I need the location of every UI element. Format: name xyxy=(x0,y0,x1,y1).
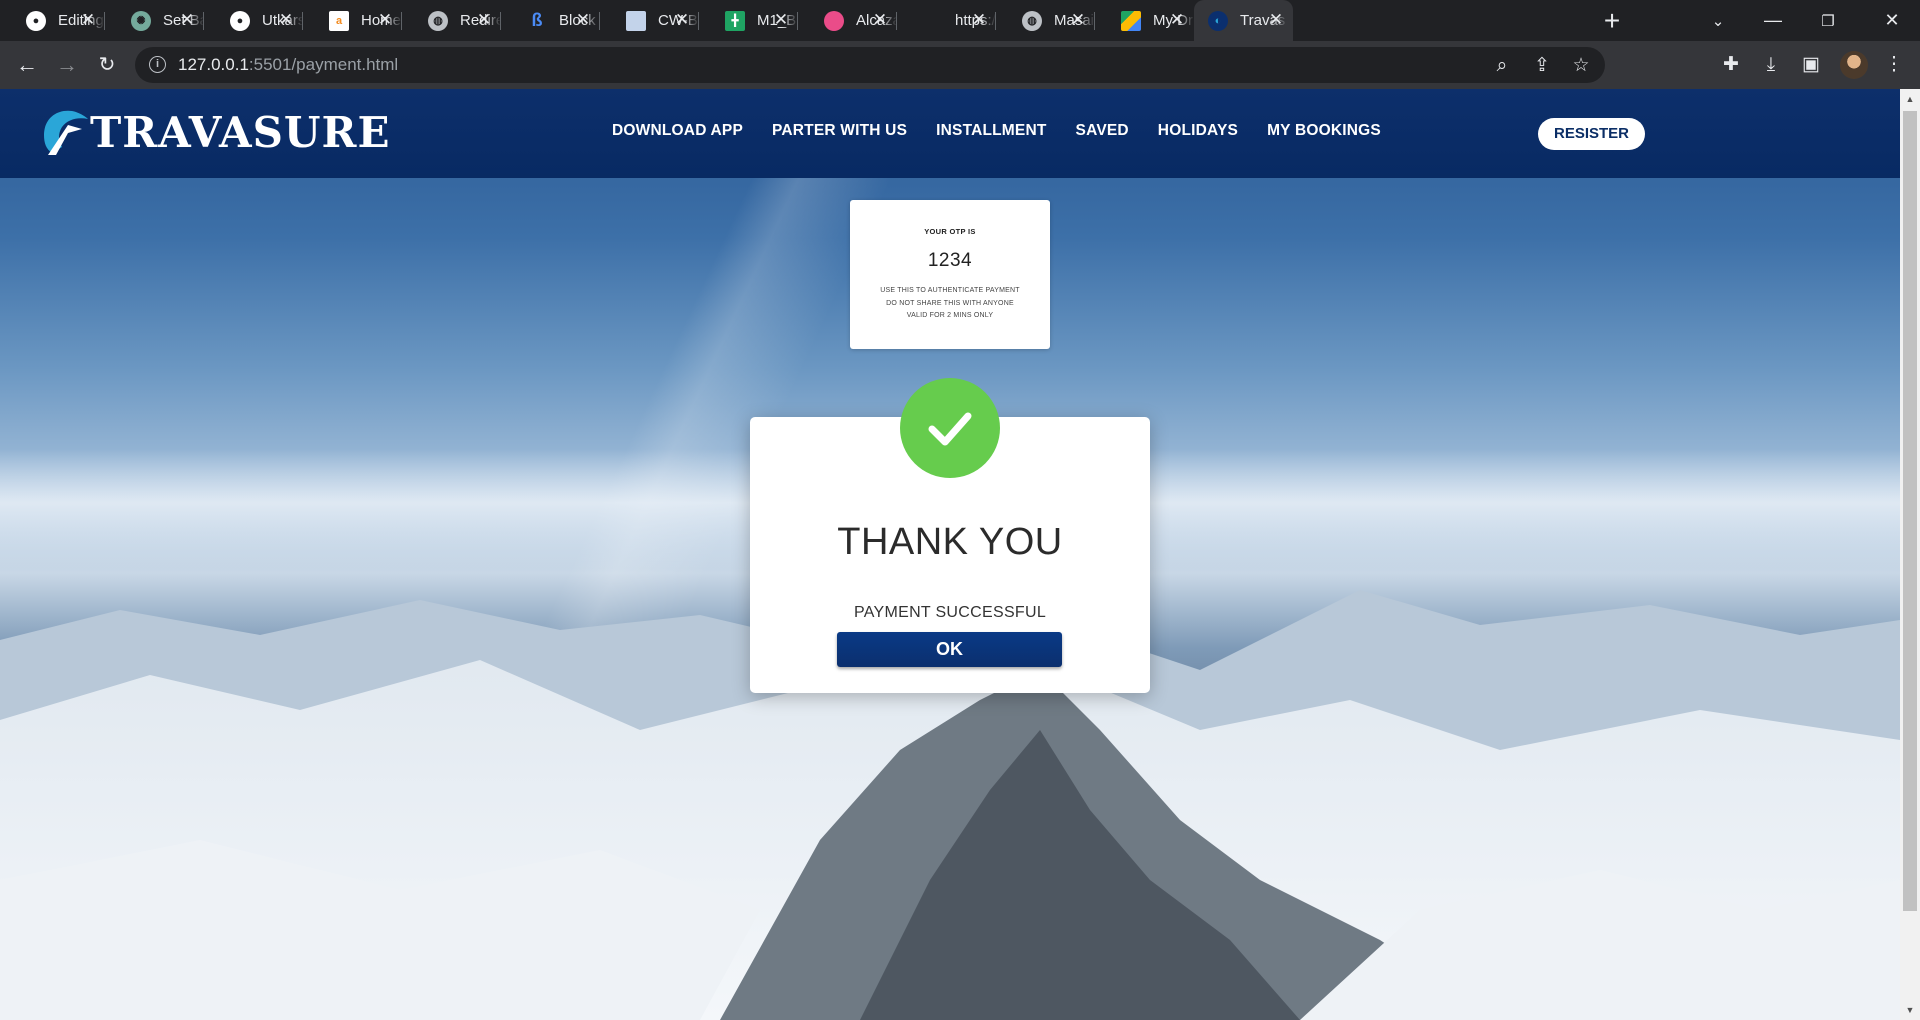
address-bar[interactable]: i 127.0.0.1:5501/payment.html ⌕ ⇪ ☆ xyxy=(135,47,1605,83)
close-window-button[interactable]: ✕ xyxy=(1864,0,1920,41)
forward-button[interactable]: → xyxy=(52,50,82,80)
check-icon xyxy=(900,378,1000,478)
close-icon[interactable]: ✕ xyxy=(1267,11,1285,29)
download-icon[interactable]: ⤓ xyxy=(1759,53,1783,77)
doc-icon xyxy=(626,10,646,31)
extensions-icon[interactable]: ✚ xyxy=(1719,53,1743,77)
github-icon: ● xyxy=(26,10,46,31)
chatgpt-icon: ✺ xyxy=(131,10,151,31)
page-icon: a xyxy=(329,10,349,31)
browser-tab[interactable]: ╋ M1_B ✕ xyxy=(699,0,798,41)
close-icon[interactable]: ✕ xyxy=(970,11,988,29)
browser-tab[interactable]: ✺ Set Ba ✕ xyxy=(105,0,204,41)
sheets-icon: ╋ xyxy=(725,10,745,31)
travasure-icon: ◐ xyxy=(1208,10,1228,31)
browser-tab[interactable]: Alcaza ✕ xyxy=(798,0,897,41)
github-icon: ● xyxy=(230,10,250,31)
nav-download-app[interactable]: DOWNLOAD APP xyxy=(612,122,743,140)
nav-partner-with-us[interactable]: PARTER WITH US xyxy=(772,122,907,140)
site-info-icon[interactable]: i xyxy=(149,56,166,73)
site-header: TRAVASURE DOWNLOAD APP PARTER WITH US IN… xyxy=(0,89,1900,178)
browser-tab[interactable]: My Dr ✕ xyxy=(1095,0,1194,41)
side-panel-icon[interactable]: ▣ xyxy=(1799,53,1823,77)
register-button[interactable]: RESISTER xyxy=(1538,118,1645,150)
otp-note: USE THIS TO AUTHENTICATE PAYMENT DO NOT … xyxy=(850,285,1050,323)
zoom-icon[interactable]: ⌕ xyxy=(1491,55,1513,77)
minimize-button[interactable]: — xyxy=(1745,0,1801,41)
share-icon[interactable]: ⇪ xyxy=(1531,55,1553,77)
browser-tab[interactable]: ◍ Masai ✕ xyxy=(996,0,1095,41)
browser-tab[interactable]: ● Editing ✕ xyxy=(0,0,105,41)
browser-tab[interactable]: a Home ✕ xyxy=(303,0,402,41)
thank-you-heading: THANK YOU xyxy=(837,521,1063,563)
brand-name: TRAVASURE xyxy=(90,107,391,157)
drive-icon xyxy=(1121,10,1141,31)
avatar[interactable] xyxy=(1840,51,1868,79)
browser-tab[interactable]: ß Block ✕ xyxy=(501,0,600,41)
globe-icon: ◍ xyxy=(1022,10,1042,31)
close-icon[interactable]: ✕ xyxy=(79,11,97,29)
browser-tab[interactable]: https:/ ✕ xyxy=(897,0,996,41)
restore-button[interactable]: ❐ xyxy=(1800,0,1856,41)
travasure-logo-icon xyxy=(44,110,88,155)
menu-icon[interactable]: ⋮ xyxy=(1882,53,1906,77)
browser-tab-strip: ● Editing ✕ ✺ Set Ba ✕ ● Utkarsh ✕ a Hom… xyxy=(0,0,1920,41)
back-button[interactable]: ← xyxy=(12,50,42,80)
close-icon[interactable]: ✕ xyxy=(1168,11,1186,29)
dribbble-icon xyxy=(824,10,844,31)
browser-tab[interactable]: CW-B ✕ xyxy=(600,0,699,41)
payment-status-text: PAYMENT SUCCESSFUL xyxy=(853,604,1047,621)
globe-icon: ◍ xyxy=(428,10,448,31)
close-icon[interactable]: ✕ xyxy=(673,11,691,29)
nav-holidays[interactable]: HOLIDAYS xyxy=(1158,122,1238,140)
tab-search-icon[interactable]: ⌄ xyxy=(1690,0,1746,41)
close-icon[interactable]: ✕ xyxy=(1069,11,1087,29)
site-logo[interactable]: TRAVASURE xyxy=(38,105,390,159)
close-icon[interactable]: ✕ xyxy=(277,11,295,29)
block-icon: ß xyxy=(531,10,543,30)
scroll-up-arrow[interactable]: ▲ xyxy=(1900,89,1920,109)
scrollbar-thumb[interactable] xyxy=(1903,111,1917,911)
otp-code: 1234 xyxy=(927,250,973,271)
blank-icon xyxy=(923,11,943,31)
otp-card: YOUR OTP IS 1234 USE THIS TO AUTHENTICAT… xyxy=(850,200,1050,349)
browser-tab[interactable]: ● Utkarsh ✕ xyxy=(204,0,303,41)
reload-button[interactable]: ↻ xyxy=(92,50,122,80)
close-icon[interactable]: ✕ xyxy=(178,11,196,29)
ok-button[interactable]: OK xyxy=(837,632,1062,667)
browser-tab-active[interactable]: ◐ Travas ✕ xyxy=(1194,0,1293,41)
otp-note-line: VALID FOR 2 MINS ONLY xyxy=(906,312,994,319)
otp-note-line: DO NOT SHARE THIS WITH ANYONE xyxy=(886,299,1014,307)
page-scrollbar[interactable]: ▲ ▼ xyxy=(1900,89,1920,1020)
browser-tab[interactable]: ◍ Redire ✕ xyxy=(402,0,501,41)
close-icon[interactable]: ✕ xyxy=(871,11,889,29)
bookmark-star-icon[interactable]: ☆ xyxy=(1570,55,1592,77)
otp-note-line: USE THIS TO AUTHENTICATE PAYMENT xyxy=(880,287,1020,294)
otp-label: YOUR OTP IS xyxy=(924,227,976,236)
nav-installment[interactable]: INSTALLMENT xyxy=(936,122,1046,140)
new-tab-button[interactable]: + xyxy=(1597,6,1627,36)
payment-success-dialog: THANK YOU PAYMENT SUCCESSFUL OK xyxy=(750,378,1150,693)
browser-toolbar: ← → ↻ i 127.0.0.1:5501/payment.html ⌕ ⇪ … xyxy=(0,41,1920,89)
main-nav: DOWNLOAD APP PARTER WITH US INSTALLMENT … xyxy=(612,122,1410,140)
scroll-down-arrow[interactable]: ▼ xyxy=(1900,1000,1920,1020)
page-viewport: TRAVASURE DOWNLOAD APP PARTER WITH US IN… xyxy=(0,89,1900,1020)
close-icon[interactable]: ✕ xyxy=(475,11,493,29)
close-icon[interactable]: ✕ xyxy=(772,11,790,29)
nav-my-bookings[interactable]: MY BOOKINGS xyxy=(1267,122,1381,140)
nav-saved[interactable]: SAVED xyxy=(1076,122,1129,140)
close-icon[interactable]: ✕ xyxy=(574,11,592,29)
url-text[interactable]: 127.0.0.1:5501/payment.html xyxy=(178,55,398,75)
close-icon[interactable]: ✕ xyxy=(376,11,394,29)
